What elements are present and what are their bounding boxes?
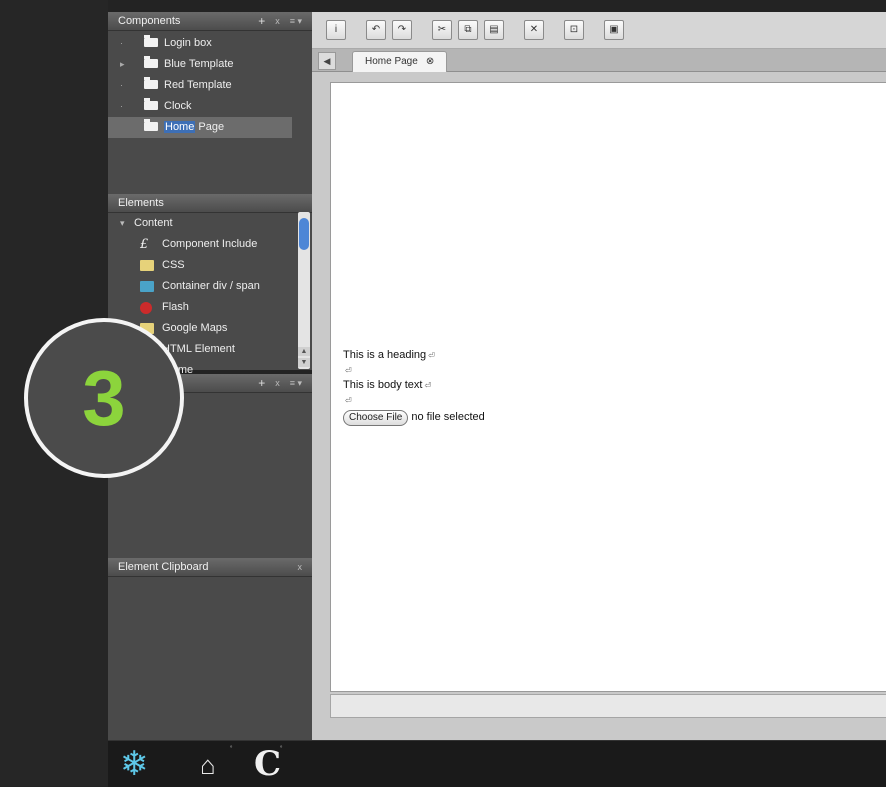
tab-close-icon[interactable]: ⊗ [426, 56, 434, 67]
element-item-label: Container div / span [162, 280, 260, 292]
components-title: Components [118, 15, 181, 27]
tree-bullet: · [120, 101, 123, 111]
scrollbar-thumb[interactable] [299, 218, 309, 250]
copy-button[interactable]: ⧉ [458, 20, 478, 40]
tab-label: Home Page [365, 56, 418, 67]
bottom-dock: ❄ ⌂ ˚ C ˚ [108, 740, 886, 787]
info-button[interactable]: i [326, 20, 346, 40]
component-item-label: Blue Template [164, 58, 234, 70]
remove-component-icon[interactable]: x [275, 12, 280, 30]
save-button[interactable]: ▣ [604, 20, 624, 40]
add-icon[interactable]: + [258, 374, 265, 392]
redo-button[interactable]: ↷ [392, 20, 412, 40]
folder-icon [144, 98, 158, 110]
selected-text-highlight: Home [164, 121, 196, 133]
component-item-label: Clock [164, 100, 192, 112]
elements-scrollbar[interactable]: ▲ ▼ [298, 212, 310, 369]
element-item[interactable]: Flash [108, 297, 312, 318]
element-item-label: Flash [162, 301, 189, 313]
elements-header: Elements [108, 194, 312, 213]
status-strip [330, 694, 886, 718]
component-item-login-box[interactable]: · Login box [108, 33, 312, 54]
undo-button[interactable]: ↶ [366, 20, 386, 40]
scroll-down-icon[interactable]: ▼ [298, 358, 310, 367]
file-status-text: no file selected [411, 411, 485, 423]
component-item-red-template[interactable]: · Red Template [108, 75, 312, 96]
folder-icon [144, 56, 158, 68]
folder-icon [144, 35, 158, 47]
c-badge-icon: ˚ [280, 745, 283, 754]
components-header: Components + x ≡ ▾ [108, 12, 312, 31]
menu-icon[interactable]: ≡ ▾ [290, 374, 302, 392]
element-item-label: Component Include [162, 238, 258, 250]
components-menu-icon[interactable]: ≡ ▾ [290, 12, 302, 30]
body-text-line[interactable]: This is body text ⏎ [343, 378, 485, 393]
component-item-blue-template[interactable]: ▸ Blue Template [108, 54, 312, 75]
add-component-icon[interactable]: + [258, 12, 265, 30]
design-canvas[interactable]: This is a heading ⏎ ⏎ This is body text ⏎ … [330, 82, 886, 692]
component-item-label: Red Template [164, 79, 232, 91]
paragraph-mark-icon: ⏎ [345, 366, 352, 375]
snowflake-icon[interactable]: ❄ [120, 745, 149, 783]
element-item[interactable]: Container div / span [108, 276, 312, 297]
paragraph-mark-icon: ⏎ [424, 381, 432, 390]
preview-button[interactable]: ⊡ [564, 20, 584, 40]
clipboard-header: Element Clipboard x [108, 558, 312, 577]
step-number: 3 [82, 354, 126, 442]
element-item-label: Google Maps [162, 322, 228, 334]
component-item-label: Page [195, 121, 225, 133]
folder-icon [144, 77, 158, 89]
close-icon[interactable]: x [298, 558, 303, 576]
tree-bullet: · [120, 80, 123, 90]
element-item[interactable]: £ Component Include [108, 234, 312, 255]
canvas-content: This is a heading ⏎ ⏎ This is body text ⏎ … [343, 348, 485, 426]
clipboard-panel: Element Clipboard x [108, 558, 312, 740]
folder-icon [144, 119, 158, 131]
editor-area: i ↶ ↷ ✂ ⧉ ▤ ✕ ⊡ ▣ ◀ Home Page ⊗ This is a… [312, 12, 886, 740]
heading-text-line[interactable]: This is a heading ⏎ [343, 348, 485, 363]
element-item-label: CSS [162, 259, 185, 271]
paragraph-mark-icon: ⏎ [345, 396, 352, 405]
home-icon[interactable]: ⌂ [200, 750, 216, 780]
component-item-home-page[interactable]: Home Page [108, 117, 292, 138]
container-icon [140, 281, 154, 292]
tab-bar: ◀ Home Page ⊗ [312, 49, 886, 72]
step-number-badge: 3 [24, 318, 184, 478]
paste-button[interactable]: ▤ [484, 20, 504, 40]
css-icon [140, 260, 154, 271]
choose-file-button[interactable]: Choose File [343, 410, 409, 426]
elements-group-content[interactable]: ▾ Content [108, 213, 312, 234]
paragraph-mark-icon: ⏎ [428, 351, 435, 360]
body-text: This is body text [343, 379, 423, 391]
element-item-label: HTML Element [162, 343, 235, 355]
remove-icon[interactable]: x [275, 374, 280, 392]
group-label: Content [134, 217, 173, 229]
heading-text: This is a heading [343, 349, 427, 361]
component-item-label: Login box [164, 37, 212, 49]
clipboard-title: Element Clipboard [118, 561, 209, 573]
expand-arrow-icon[interactable]: ▸ [120, 54, 125, 75]
components-tree: · Login box ▸ Blue Template · Red Template … [108, 31, 312, 138]
flash-icon [140, 302, 152, 314]
tree-bullet: · [120, 38, 123, 48]
element-item[interactable]: CSS [108, 255, 312, 276]
tab-scroll-left-icon[interactable]: ◀ [318, 52, 336, 70]
components-panel: Components + x ≡ ▾ · Login box ▸ Blue Temp… [108, 12, 312, 194]
editor-toolbar: i ↶ ↷ ✂ ⧉ ▤ ✕ ⊡ ▣ [312, 12, 886, 49]
cut-button[interactable]: ✂ [432, 20, 452, 40]
component-item-clock[interactable]: · Clock [108, 96, 312, 117]
home-badge-icon: ˚ [230, 745, 233, 754]
delete-button[interactable]: ✕ [524, 20, 544, 40]
elements-title: Elements [118, 197, 164, 209]
scroll-up-icon[interactable]: ▲ [298, 347, 310, 356]
c-app-icon[interactable]: C [254, 745, 281, 783]
tab-home-page[interactable]: Home Page ⊗ [352, 51, 448, 72]
script-icon: £ [140, 237, 149, 252]
collapse-arrow-icon[interactable]: ▾ [120, 213, 125, 234]
